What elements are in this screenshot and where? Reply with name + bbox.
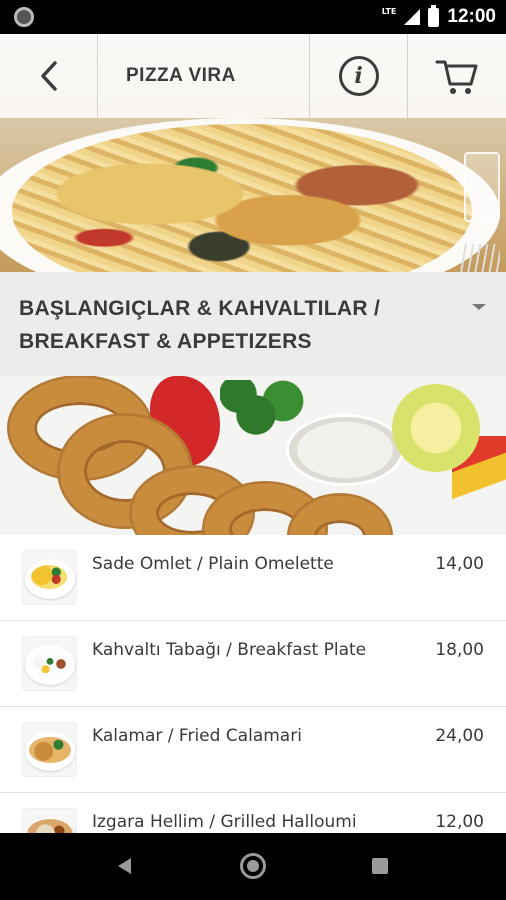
network-type: LTE [381,6,397,16]
status-indicators: LTE 12:00 [382,0,496,34]
item-thumbnail [22,550,77,605]
omelette-image [31,565,67,589]
cart-button[interactable] [408,34,506,118]
category-label-line1: BAŞLANGIÇLAR & KAHVALTILAR / [19,297,381,320]
chevron-left-icon [40,61,57,91]
item-name: Kahvaltı Tabağı / Breakfast Plate [92,640,367,660]
category-dropdown[interactable]: BAŞLANGIÇLAR & KAHVALTILAR / BREAKFAST &… [0,272,506,376]
nav-home-icon[interactable] [240,853,266,879]
menu-item[interactable]: Sade Omlet / Plain Omelette 14,00 [0,535,506,621]
lemon-image [392,384,480,472]
info-button[interactable]: i [310,34,408,118]
menu-item-list: Sade Omlet / Plain Omelette 14,00 Kahval… [0,535,506,833]
menu-item[interactable]: Kahvaltı Tabağı / Breakfast Plate 18,00 [0,621,506,707]
fork-image [460,244,500,272]
item-price: 14,00 [435,554,484,574]
page-title: PIZZA VIRA [126,65,236,86]
category-label-line2: BREAKFAST & APPETIZERS [19,330,312,353]
item-name: Sade Omlet / Plain Omelette [92,554,334,574]
item-name: Kalamar / Fried Calamari [92,726,302,746]
info-icon: i [338,56,379,96]
item-price: 18,00 [435,640,484,660]
system-nav-bar [0,833,506,900]
signal-icon [404,9,421,25]
nav-back-icon[interactable] [118,858,131,874]
sauce-bowl-image [286,414,404,486]
battery-icon [428,4,440,27]
caret-down-icon[interactable] [472,304,486,310]
notification-icon [14,7,34,27]
category-image [0,376,506,535]
back-button[interactable] [0,34,98,118]
toolbar-title-cell: PIZZA VIRA [98,34,310,118]
item-name: Izgara Hellim / Grilled Halloumi [92,812,357,832]
status-time: 12:00 [447,6,496,27]
item-price: 12,00 [435,812,484,832]
item-thumbnail [22,636,77,691]
menu-item[interactable]: Izgara Hellim / Grilled Halloumi 12,00 [0,793,506,833]
item-price: 24,00 [435,726,484,746]
menu-item[interactable]: Kalamar / Fried Calamari 24,00 [0,707,506,793]
app-toolbar: PIZZA VIRA i [0,34,506,118]
nav-recents-icon[interactable] [372,858,388,874]
calamari-image [29,737,71,763]
status-bar: LTE 12:00 [0,0,506,34]
item-thumbnail [22,808,77,833]
breakfast-plate-image [28,651,72,677]
glass-image [464,152,500,222]
app-screen: LTE 12:00 PIZZA VIRA i BAŞLANGIÇLAR & KA… [0,0,506,900]
item-thumbnail [22,722,77,777]
cart-icon [435,60,478,94]
